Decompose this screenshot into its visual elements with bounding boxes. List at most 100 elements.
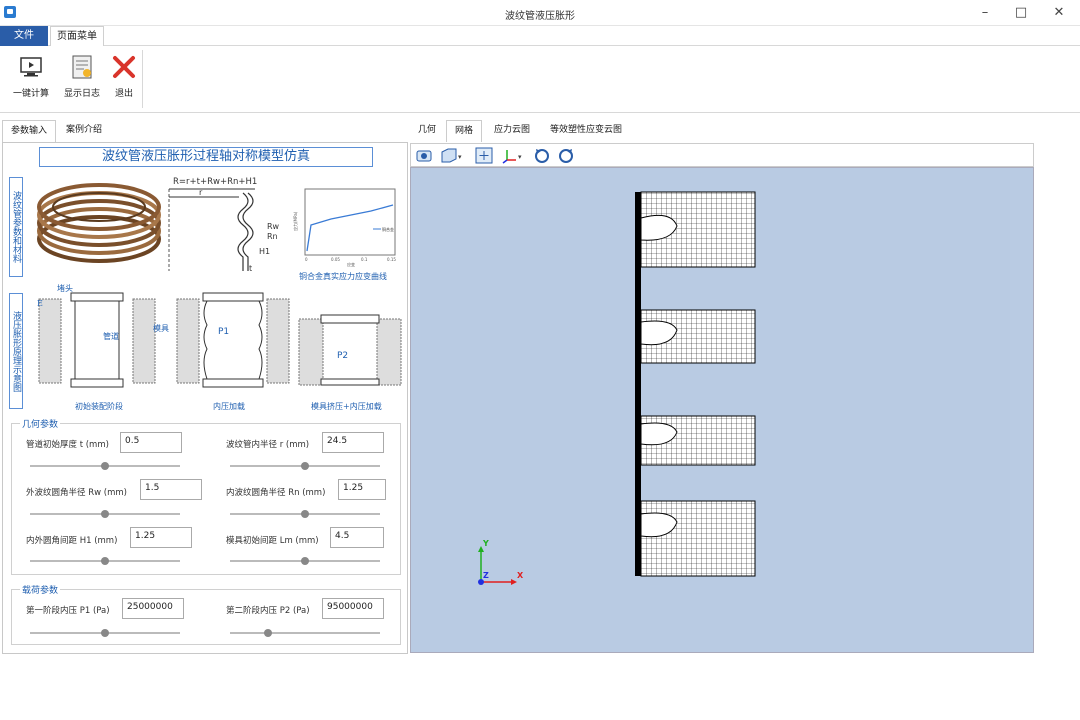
mesh-viewport[interactable]: Y X Z [410, 167, 1034, 653]
p2-input[interactable]: 95000000 [322, 598, 384, 619]
camera-icon[interactable] [415, 147, 433, 164]
thickness-input[interactable]: 0.5 [120, 432, 182, 453]
compute-label: 一键计算 [12, 89, 49, 99]
curve-xtick: 0.05 [331, 257, 340, 262]
title-bar: 波纹管液压胀形 – □ ✕ [0, 0, 1080, 26]
figure-title: 波纹管液压胀形过程轴对称模型仿真 [39, 147, 373, 167]
window-title: 波纹管液压胀形 [505, 11, 575, 22]
tab-page-menu[interactable]: 页面菜单 [50, 26, 104, 46]
param-label: 外波纹圆角半径 Rw (mm) [26, 488, 127, 498]
geometry-params-group: 几何参数 管道初始厚度 t (mm) 0.5 波纹管内半径 r (mm) 24.… [11, 417, 401, 575]
axes-icon[interactable]: ▾ [501, 147, 527, 164]
pipe-wall-mesh [635, 192, 641, 576]
inner-fillet-input[interactable]: 1.25 [338, 479, 386, 500]
fillet-spacing-input[interactable]: 1.25 [130, 527, 192, 548]
minimize-icon[interactable]: – [968, 3, 1002, 23]
inner-radius-slider[interactable] [230, 462, 380, 470]
t-label: t [249, 264, 253, 273]
rotate-right-icon[interactable] [557, 147, 575, 164]
param-label: 内外圆角间距 H1 (mm) [26, 536, 118, 546]
view-cube-icon[interactable]: ▾ [439, 147, 465, 164]
pipe-label: 管道 [103, 332, 119, 341]
curve-xtick: 0.15 [387, 257, 396, 262]
stage1-caption: 初始装配阶段 [75, 402, 123, 411]
curve-xtick: 0 [305, 257, 308, 262]
tab-mesh[interactable]: 网格 [446, 120, 483, 142]
h1-label: H1 [259, 247, 271, 256]
outer-fillet-input[interactable]: 1.5 [140, 479, 202, 500]
slider-knob[interactable] [101, 462, 109, 470]
outer-fillet-slider[interactable] [30, 510, 180, 518]
bellows-image [37, 183, 161, 263]
thickness-slider[interactable] [30, 462, 180, 470]
curve-xlabel: 应变 [347, 261, 355, 267]
p1-slider[interactable] [30, 629, 180, 637]
slider-knob[interactable] [101, 629, 109, 637]
param-label: 第二阶段内压 P2 (Pa) [226, 606, 310, 616]
curve-caption: 铜合金真实应力应变曲线 [299, 272, 387, 281]
close-icon[interactable]: ✕ [1042, 3, 1076, 23]
ribbon-separator [142, 50, 143, 108]
param-label: 第一阶段内压 P1 (Pa) [26, 606, 110, 616]
cap-label: 堵头 [57, 284, 73, 293]
slider-knob[interactable] [301, 462, 309, 470]
curve-ylabel: 应力(MPa) [292, 211, 298, 231]
fillet-spacing-slider[interactable] [30, 557, 180, 565]
exit-button[interactable]: 退出 [102, 52, 146, 99]
y-axis-label: Y [482, 539, 489, 548]
viewport-toolbar: ▾ ▾ [410, 143, 1034, 167]
mesh-canvas[interactable]: Y X Z [411, 168, 1033, 652]
material-vertical-label: 波纹管参数和材料 [9, 177, 23, 277]
exit-label: 退出 [114, 89, 133, 99]
param-label: 管道初始厚度 t (mm) [26, 440, 109, 450]
inner-fillet-slider[interactable] [230, 510, 380, 518]
tab-geometry[interactable]: 几何 [410, 120, 444, 142]
x-axis-label: X [517, 571, 524, 580]
die-label: 模具 [153, 324, 169, 333]
compute-button[interactable]: 一键计算 [9, 52, 53, 99]
stage2-caption: 内压加载 [213, 402, 245, 411]
stage1-diagram [38, 292, 156, 388]
p2-label: P2 [337, 351, 349, 361]
curve-xtick: 0.1 [361, 257, 368, 262]
tab-case-intro[interactable]: 案例介绍 [58, 120, 110, 142]
ribbon-tabs: 文件 页面菜单 [0, 26, 1080, 46]
fit-view-icon[interactable] [475, 147, 493, 164]
stress-strain-curve: 铜合金 0 0.05 0.1 0.15 应变 应力(MPa) [292, 188, 396, 267]
slider-knob[interactable] [101, 510, 109, 518]
stage3-diagram [298, 314, 402, 386]
stage2-diagram [176, 292, 290, 388]
slider-knob[interactable] [301, 557, 309, 565]
die-spacing-input[interactable]: 4.5 [330, 527, 384, 548]
show-log-label: 显示日志 [63, 89, 100, 99]
geometry-group-title: 几何参数 [20, 417, 61, 430]
load-group-title: 载荷参数 [20, 583, 61, 596]
param-label: 内波纹圆角半径 Rn (mm) [226, 488, 326, 498]
rotate-left-icon[interactable] [533, 147, 551, 164]
slider-knob[interactable] [301, 510, 309, 518]
tab-plastic-strain[interactable]: 等效塑性应变云图 [542, 120, 630, 142]
z-axis-label: Z [483, 571, 489, 580]
tab-stress[interactable]: 应力云图 [486, 120, 538, 142]
param-label: 波纹管内半径 r (mm) [226, 440, 310, 450]
die-mesh-block [640, 500, 756, 577]
log-icon [69, 54, 95, 80]
p1-input[interactable]: 25000000 [122, 598, 184, 619]
parameter-panel: 波纹管液压胀形过程轴对称模型仿真 波纹管参数和材料 液压胀形原理示意图 R=r+… [2, 142, 408, 654]
rw-label: Rw [267, 222, 280, 231]
maximize-icon[interactable]: □ [1004, 3, 1038, 23]
tab-parameter-input[interactable]: 参数输入 [2, 120, 57, 142]
principle-vertical-label: 液压胀形原理示意图 [9, 293, 23, 409]
slider-knob[interactable] [264, 629, 272, 637]
left-tabs: 参数输入 案例介绍 [0, 120, 410, 142]
stage3-caption: 模具挤压+内压加载 [311, 402, 382, 411]
die-spacing-slider[interactable] [230, 557, 380, 565]
exit-x-icon [111, 54, 137, 80]
tab-file[interactable]: 文件 [0, 26, 48, 46]
show-log-button[interactable]: 显示日志 [60, 52, 104, 99]
p2-slider[interactable] [230, 629, 380, 637]
load-params-group: 载荷参数 第一阶段内压 P1 (Pa) 25000000 第二阶段内压 P2 (… [11, 583, 401, 645]
inner-radius-input[interactable]: 24.5 [322, 432, 384, 453]
svg-text:▾: ▾ [458, 153, 462, 161]
slider-knob[interactable] [101, 557, 109, 565]
